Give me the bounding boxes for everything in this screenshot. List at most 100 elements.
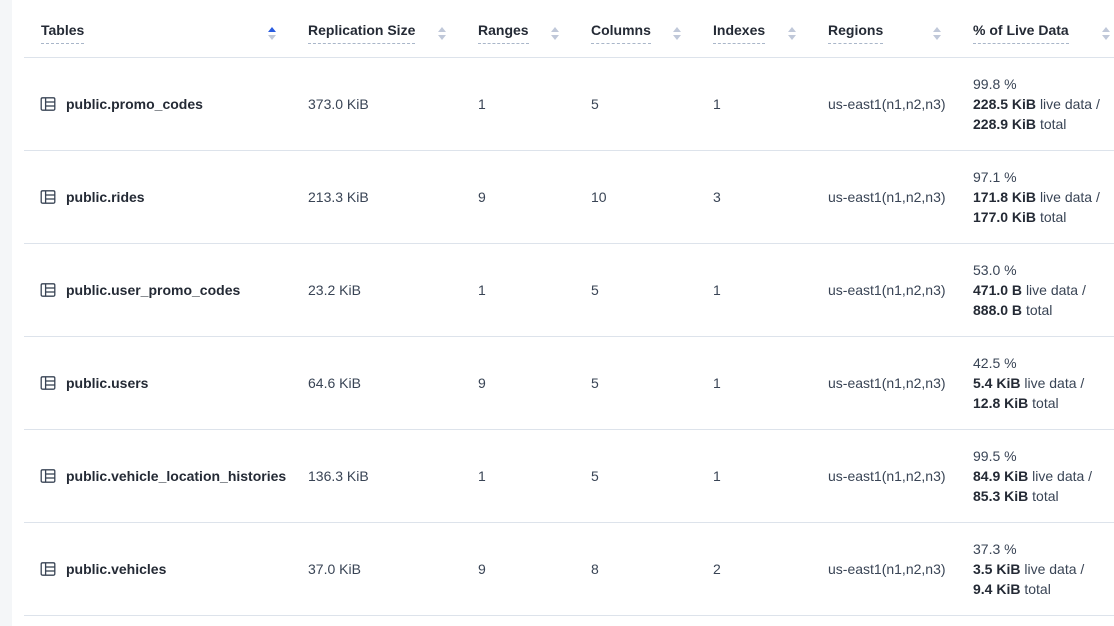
- table-name-link[interactable]: public.users: [40, 375, 300, 391]
- column-header-label[interactable]: Ranges: [478, 22, 529, 44]
- cell-replication-size: 64.6 KiB: [300, 336, 470, 429]
- column-header-ranges[interactable]: Ranges: [470, 0, 583, 57]
- cell-indexes: 1: [705, 57, 820, 150]
- column-header-label[interactable]: % of Live Data: [973, 22, 1069, 44]
- column-header-indexes[interactable]: Indexes: [705, 0, 820, 57]
- total-data-amount: 177.0 KiB total: [973, 207, 1114, 227]
- sort-icon[interactable]: [268, 27, 276, 40]
- sort-icon[interactable]: [1102, 27, 1110, 40]
- cell-regions: us-east1(n1,n2,n3): [820, 150, 965, 243]
- table-name-label: public.users: [66, 375, 148, 391]
- sort-icon[interactable]: [551, 27, 559, 40]
- live-data-amount: 171.8 KiB live data /: [973, 187, 1114, 207]
- table-row: public.vehicle_location_histories 136.3 …: [24, 429, 1114, 522]
- live-data-percent: 99.5 %: [973, 446, 1114, 466]
- column-header-live-data[interactable]: % of Live Data: [965, 0, 1114, 57]
- table-name-link[interactable]: public.promo_codes: [40, 96, 300, 112]
- live-data-amount: 5.4 KiB live data /: [973, 373, 1114, 393]
- live-data-amount: 471.0 B live data /: [973, 280, 1114, 300]
- cell-live-data: 97.1 % 171.8 KiB live data / 177.0 KiB t…: [965, 150, 1114, 243]
- cell-indexes: 1: [705, 336, 820, 429]
- table-name-label: public.user_promo_codes: [66, 282, 240, 298]
- cell-replication-size: 37.0 KiB: [300, 522, 470, 615]
- live-data-amount: 3.5 KiB live data /: [973, 559, 1114, 579]
- cell-table-name: public.promo_codes: [24, 57, 300, 150]
- cell-indexes: 1: [705, 429, 820, 522]
- sort-icon[interactable]: [438, 27, 446, 40]
- live-data-amount: 84.9 KiB live data /: [973, 466, 1114, 486]
- table-name-label: public.vehicle_location_histories: [66, 468, 286, 484]
- cell-live-data: 37.3 % 3.5 KiB live data / 9.4 KiB total: [965, 522, 1114, 615]
- cell-table-name: public.user_promo_codes: [24, 243, 300, 336]
- table-row: public.user_promo_codes 23.2 KiB 1 5 1 u…: [24, 243, 1114, 336]
- table-name-link[interactable]: public.user_promo_codes: [40, 282, 300, 298]
- table-icon: [40, 468, 56, 484]
- cell-indexes: 2: [705, 522, 820, 615]
- cell-table-name: public.vehicle_location_histories: [24, 429, 300, 522]
- sort-icon[interactable]: [788, 27, 796, 40]
- tables-table: Tables Replication Size Ranges: [24, 0, 1114, 616]
- cell-indexes: 3: [705, 150, 820, 243]
- column-header-replication-size[interactable]: Replication Size: [300, 0, 470, 57]
- cell-ranges: 9: [470, 522, 583, 615]
- column-header-label[interactable]: Replication Size: [308, 22, 415, 44]
- column-header-label[interactable]: Indexes: [713, 22, 765, 44]
- table-name-label: public.rides: [66, 189, 145, 205]
- column-header-label[interactable]: Columns: [591, 22, 651, 44]
- total-data-amount: 12.8 KiB total: [973, 393, 1114, 413]
- live-data-percent: 37.3 %: [973, 539, 1114, 559]
- table-name-label: public.promo_codes: [66, 96, 203, 112]
- table-header-row: Tables Replication Size Ranges: [24, 0, 1114, 57]
- table-name-label: public.vehicles: [66, 561, 166, 577]
- live-data-percent: 53.0 %: [973, 260, 1114, 280]
- tables-panel: Tables Replication Size Ranges: [12, 0, 1114, 626]
- table-name-link[interactable]: public.vehicle_location_histories: [40, 468, 300, 484]
- live-data-amount: 228.5 KiB live data /: [973, 94, 1114, 114]
- live-data-percent: 42.5 %: [973, 353, 1114, 373]
- cell-ranges: 1: [470, 57, 583, 150]
- cell-replication-size: 23.2 KiB: [300, 243, 470, 336]
- sort-icon[interactable]: [673, 27, 681, 40]
- total-data-amount: 888.0 B total: [973, 300, 1114, 320]
- cell-live-data: 53.0 % 471.0 B live data / 888.0 B total: [965, 243, 1114, 336]
- cell-live-data: 99.8 % 228.5 KiB live data / 228.9 KiB t…: [965, 57, 1114, 150]
- table-row: public.promo_codes 373.0 KiB 1 5 1 us-ea…: [24, 57, 1114, 150]
- live-data-percent: 99.8 %: [973, 74, 1114, 94]
- table-icon: [40, 561, 56, 577]
- cell-columns: 5: [583, 336, 705, 429]
- cell-regions: us-east1(n1,n2,n3): [820, 336, 965, 429]
- cell-regions: us-east1(n1,n2,n3): [820, 429, 965, 522]
- cell-regions: us-east1(n1,n2,n3): [820, 57, 965, 150]
- table-name-link[interactable]: public.rides: [40, 189, 300, 205]
- table-row: public.vehicles 37.0 KiB 9 8 2 us-east1(…: [24, 522, 1114, 615]
- column-header-label[interactable]: Tables: [41, 22, 84, 44]
- cell-replication-size: 213.3 KiB: [300, 150, 470, 243]
- cell-live-data: 99.5 % 84.9 KiB live data / 85.3 KiB tot…: [965, 429, 1114, 522]
- cell-indexes: 1: [705, 243, 820, 336]
- column-header-columns[interactable]: Columns: [583, 0, 705, 57]
- cell-table-name: public.vehicles: [24, 522, 300, 615]
- cell-columns: 10: [583, 150, 705, 243]
- sort-icon[interactable]: [933, 27, 941, 40]
- table-row: public.rides 213.3 KiB 9 10 3 us-east1(n…: [24, 150, 1114, 243]
- total-data-amount: 9.4 KiB total: [973, 579, 1114, 599]
- live-data-percent: 97.1 %: [973, 167, 1114, 187]
- table-icon: [40, 189, 56, 205]
- cell-ranges: 1: [470, 429, 583, 522]
- column-header-label[interactable]: Regions: [828, 22, 883, 44]
- total-data-amount: 228.9 KiB total: [973, 114, 1114, 134]
- cell-replication-size: 136.3 KiB: [300, 429, 470, 522]
- column-header-regions[interactable]: Regions: [820, 0, 965, 57]
- table-row: public.users 64.6 KiB 9 5 1 us-east1(n1,…: [24, 336, 1114, 429]
- table-name-link[interactable]: public.vehicles: [40, 561, 300, 577]
- table-icon: [40, 282, 56, 298]
- cell-live-data: 42.5 % 5.4 KiB live data / 12.8 KiB tota…: [965, 336, 1114, 429]
- cell-table-name: public.rides: [24, 150, 300, 243]
- cell-ranges: 9: [470, 150, 583, 243]
- cell-columns: 5: [583, 243, 705, 336]
- cell-regions: us-east1(n1,n2,n3): [820, 522, 965, 615]
- table-body: public.promo_codes 373.0 KiB 1 5 1 us-ea…: [24, 57, 1114, 615]
- cell-regions: us-east1(n1,n2,n3): [820, 243, 965, 336]
- cell-columns: 5: [583, 429, 705, 522]
- column-header-tables[interactable]: Tables: [24, 0, 300, 57]
